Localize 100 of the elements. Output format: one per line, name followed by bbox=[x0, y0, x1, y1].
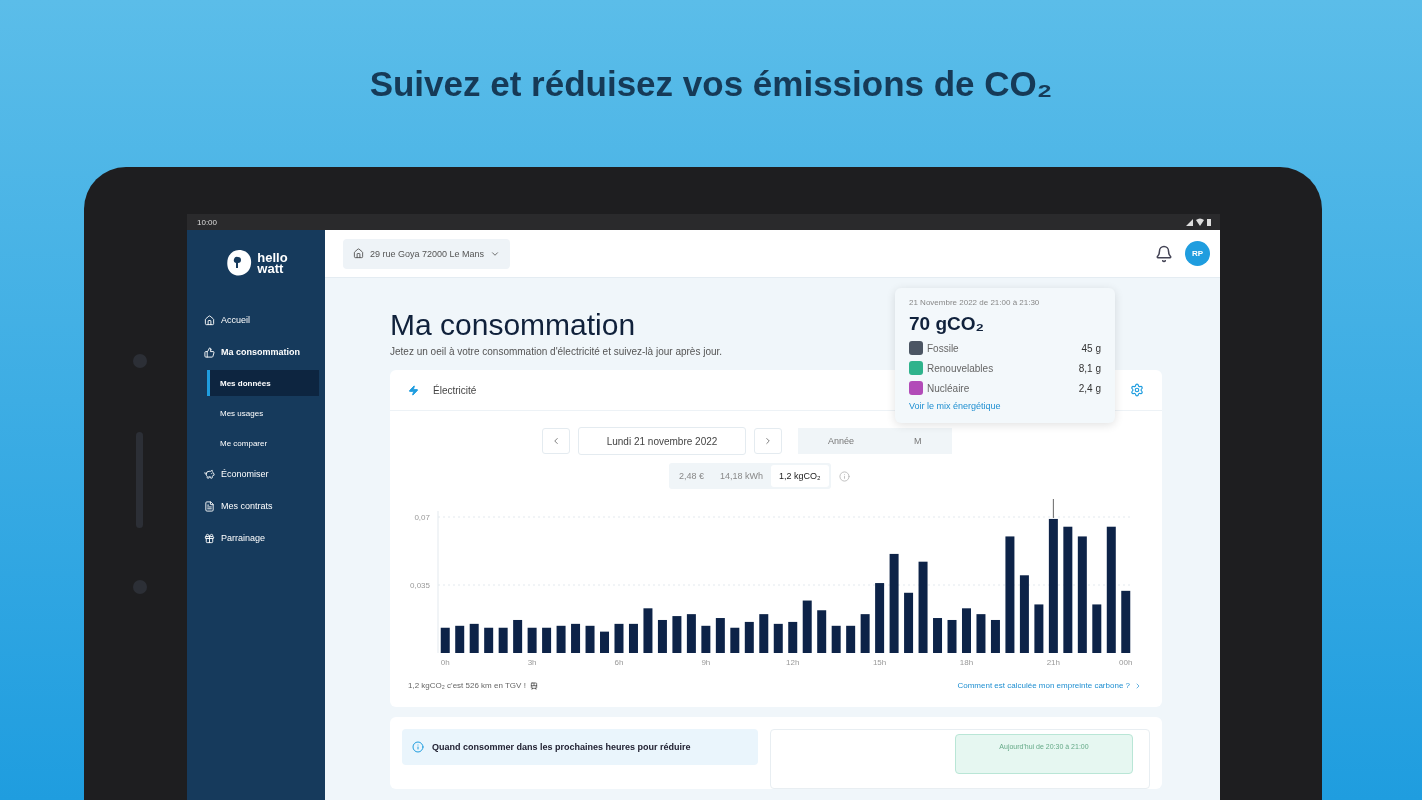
source-value: 45 g bbox=[1081, 342, 1101, 354]
chart-bar bbox=[498, 627, 508, 653]
chart-bar bbox=[469, 623, 479, 653]
info-icon[interactable] bbox=[838, 470, 850, 482]
chevron-right-icon bbox=[763, 436, 773, 446]
chart-bar bbox=[440, 627, 450, 653]
chart-bar bbox=[773, 623, 783, 653]
chart-bar bbox=[527, 627, 537, 653]
notification-bell-icon[interactable] bbox=[1155, 244, 1173, 263]
chart-bar bbox=[715, 618, 725, 653]
address-selector[interactable]: 29 rue Goya 72000 Le Mans bbox=[343, 238, 511, 269]
chart-bar bbox=[933, 618, 943, 653]
chart-bar bbox=[628, 623, 638, 653]
previous-button[interactable] bbox=[542, 428, 570, 454]
chart-bar bbox=[542, 627, 552, 653]
nav-icon bbox=[204, 314, 215, 326]
chart-bar bbox=[513, 619, 523, 653]
next-button[interactable] bbox=[754, 428, 782, 454]
axis-label: 3h bbox=[527, 658, 537, 667]
axis-label: 6h bbox=[614, 658, 624, 667]
status-time: 10:00 bbox=[197, 217, 218, 227]
nav-icon bbox=[204, 532, 215, 544]
chart-bar bbox=[860, 614, 870, 653]
axis-label: 12h bbox=[786, 658, 800, 667]
card-title: Électricité bbox=[433, 384, 477, 396]
status-icons-icon bbox=[1186, 218, 1212, 226]
axis-label: 9h bbox=[701, 658, 711, 667]
chart-bar bbox=[455, 625, 465, 653]
axis-label: 21h bbox=[1046, 658, 1061, 667]
chart-bar bbox=[976, 614, 986, 653]
chart-bar bbox=[643, 608, 653, 653]
chart-bar bbox=[744, 621, 754, 653]
date-field[interactable]: Lundi 21 novembre 2022 bbox=[578, 427, 746, 455]
chart-bar bbox=[571, 623, 581, 653]
info-icon bbox=[412, 741, 424, 753]
nav-item[interactable]: Parrainage bbox=[201, 525, 319, 551]
headline: Suivez et réduisez vos émissions de CO₂ bbox=[369, 64, 1053, 104]
chart-bar bbox=[686, 614, 696, 653]
nav-icon bbox=[204, 346, 215, 358]
nav-item[interactable]: Me comparer bbox=[207, 430, 319, 456]
advice-text: Quand consommer dans les prochaines heures pour réduire bbox=[432, 742, 691, 752]
chart-bar bbox=[730, 627, 740, 653]
page-title: Ma consommation bbox=[390, 308, 636, 342]
source-label: Fossile bbox=[927, 342, 959, 354]
tooltip-date: 21 Novembre 2022 de 21:00 à 21:30 bbox=[909, 298, 1041, 307]
home-icon bbox=[353, 248, 364, 259]
train-icon bbox=[529, 681, 538, 690]
axis-label: 18h bbox=[959, 658, 974, 667]
nav-item[interactable]: Économiser bbox=[201, 461, 319, 487]
axis-label: 00h bbox=[1119, 658, 1133, 667]
nav-item[interactable]: Mes données bbox=[207, 370, 319, 396]
axis-label: 0,035 bbox=[409, 581, 430, 590]
chart-bar bbox=[672, 616, 682, 653]
period-tab[interactable]: M bbox=[884, 428, 952, 454]
chart-bar bbox=[1121, 590, 1131, 653]
source-value: 8,1 g bbox=[1078, 362, 1101, 374]
chart-bar bbox=[614, 623, 624, 653]
chevron-right-icon bbox=[1134, 681, 1142, 690]
chart-bar bbox=[484, 627, 494, 653]
chart-bar bbox=[1092, 604, 1102, 653]
nav-item[interactable]: Ma consommation bbox=[201, 339, 319, 365]
chart-bar bbox=[802, 600, 812, 653]
chart-bar bbox=[846, 625, 856, 653]
chart-bar bbox=[947, 619, 957, 653]
chart-bar bbox=[600, 631, 609, 653]
chart-bar bbox=[904, 592, 914, 653]
energy-mix-link[interactable]: Voir le mix énergétique bbox=[909, 401, 1101, 411]
nav-icon bbox=[204, 500, 215, 512]
lightning-icon bbox=[408, 384, 419, 396]
source-label: Renouvelables bbox=[927, 362, 994, 374]
axis-label: 0,07 bbox=[414, 513, 430, 522]
carbon-footprint-link[interactable]: Comment est calculée mon empreinte carbone ? bbox=[957, 681, 1142, 690]
source-label: Nucléaire bbox=[927, 382, 970, 394]
unit-option[interactable]: 1,2 kgCO₂ bbox=[771, 465, 829, 487]
chart-bar bbox=[701, 625, 711, 653]
axis-label: 15h bbox=[872, 658, 887, 667]
chart-bar bbox=[788, 621, 798, 653]
chart-bar bbox=[585, 625, 595, 653]
nav-icon bbox=[204, 468, 215, 480]
nav-item[interactable]: Accueil bbox=[201, 307, 319, 333]
hover-line bbox=[1052, 499, 1054, 519]
footnote: 1,2 kgCO₂ c'est 526 km en TGV ! bbox=[408, 681, 526, 690]
period-tab[interactable]: Année bbox=[798, 428, 885, 454]
chart-bar bbox=[657, 619, 667, 653]
page-subtitle: Jetez un oeil à votre consommation d'électricité et suivez-là jour après jour. bbox=[390, 346, 723, 357]
axis-label: 0h bbox=[440, 658, 450, 667]
chart-bar bbox=[556, 625, 566, 653]
chart-bar bbox=[817, 610, 827, 653]
tooltip-total: 70 gCO₂ bbox=[909, 313, 985, 335]
settings-icon[interactable] bbox=[1130, 383, 1144, 397]
chart-bar bbox=[1034, 604, 1044, 653]
chart-bar bbox=[759, 614, 769, 653]
logo-text: hello watt bbox=[257, 252, 288, 274]
chart-bar bbox=[831, 625, 841, 653]
chart-bar bbox=[962, 608, 971, 653]
chart-bar bbox=[990, 619, 1000, 653]
nav-item[interactable]: Mes contrats bbox=[201, 493, 319, 519]
source-value: 2,4 g bbox=[1078, 382, 1101, 394]
chart-bar bbox=[875, 583, 885, 653]
nav-item[interactable]: Mes usages bbox=[207, 400, 319, 426]
